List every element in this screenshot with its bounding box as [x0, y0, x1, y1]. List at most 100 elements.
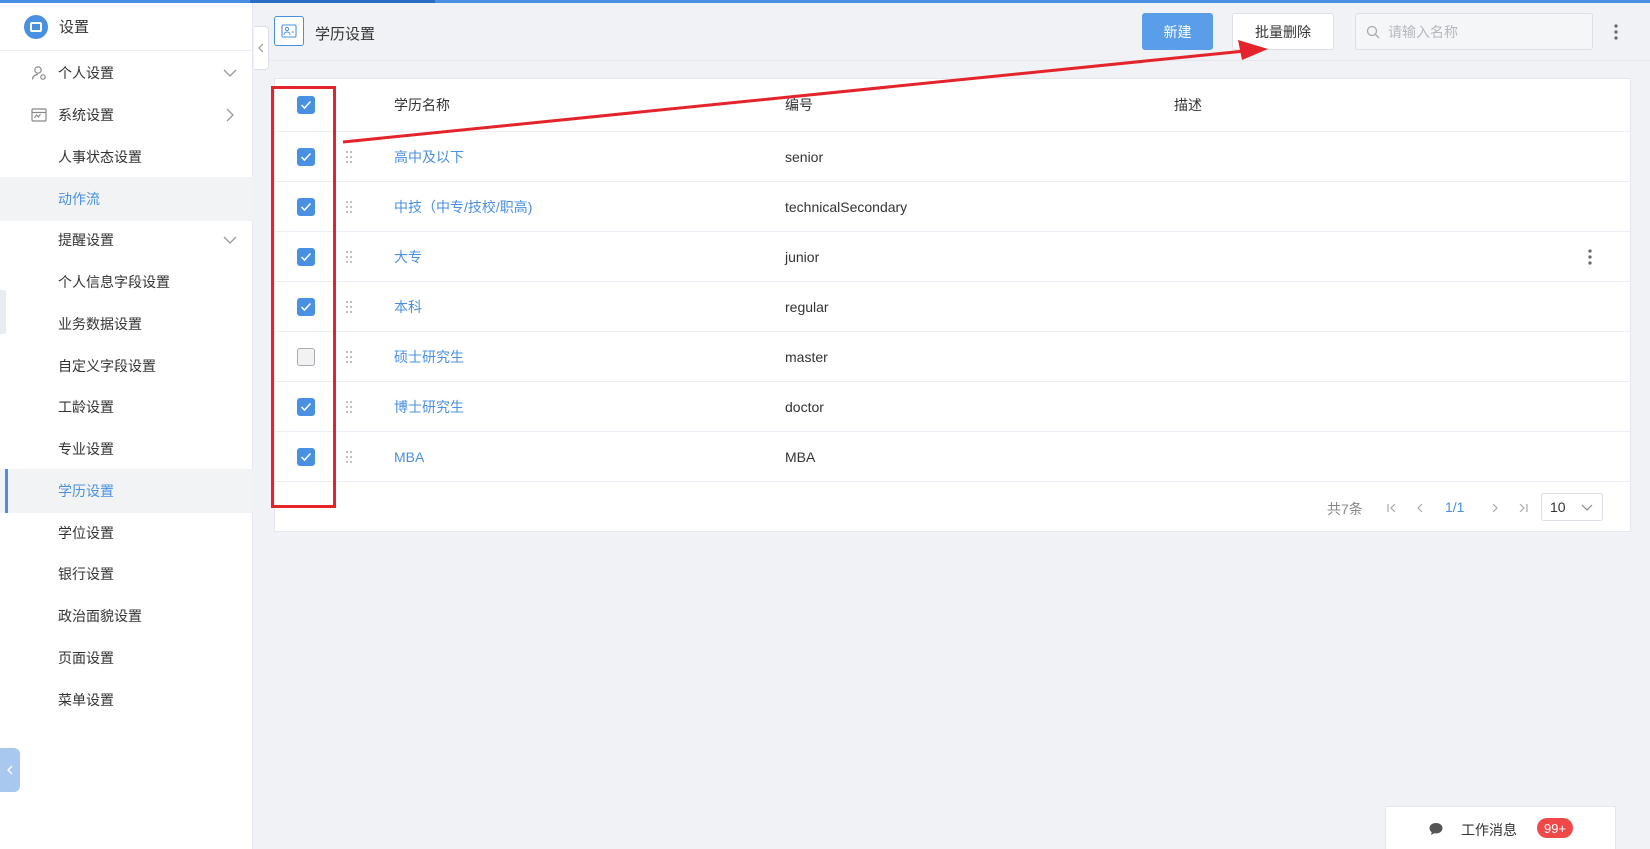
chat-bubble-icon: [1429, 823, 1443, 835]
page-title: 学历设置: [315, 26, 376, 43]
sidebar-item-label: 政治面貌设置: [58, 608, 142, 624]
sidebar-item-label: 专业设置: [58, 441, 114, 457]
chevron-down-icon: [223, 69, 237, 77]
education-code: technicalSecondary: [785, 198, 908, 215]
new-button[interactable]: 新建: [1142, 13, 1213, 50]
education-code: junior: [785, 248, 820, 265]
prev-page-icon[interactable]: [1413, 501, 1427, 515]
column-header-description[interactable]: 描述: [1174, 95, 1202, 115]
chevron-left-icon: [7, 765, 13, 775]
sidebar-item-menu-settings[interactable]: 菜单设置: [0, 678, 253, 722]
page-size-select[interactable]: 10: [1541, 493, 1603, 521]
sidebar-item-personal-info-fields[interactable]: 个人信息字段设置: [0, 260, 253, 304]
drag-handle-icon[interactable]: [345, 300, 353, 314]
sidebar-item-major[interactable]: 专业设置: [0, 427, 253, 471]
education-code: MBA: [785, 448, 816, 465]
sidebar-item-label: 学历设置: [58, 483, 114, 499]
sidebar-item-label: 个人信息字段设置: [58, 274, 170, 290]
pagination: 共7条 1/1 10: [275, 489, 1630, 529]
search-input[interactable]: [1388, 23, 1578, 40]
search-box: [1355, 13, 1593, 50]
chevron-down-icon: [223, 236, 237, 244]
sidebar-item-bank[interactable]: 银行设置: [0, 552, 253, 596]
education-name-link[interactable]: 硕士研究生: [394, 347, 464, 367]
column-header-name[interactable]: 学历名称: [394, 95, 450, 115]
sidebar-item-business-data[interactable]: 业务数据设置: [0, 302, 253, 346]
sidebar-item-label: 工龄设置: [58, 399, 114, 415]
sidebar-item-label: 页面设置: [58, 650, 114, 666]
sidebar-item-label: 个人设置: [58, 65, 114, 81]
education-name-link[interactable]: 本科: [394, 297, 422, 317]
column-header-code[interactable]: 编号: [785, 95, 813, 115]
sidebar-item-label: 学位设置: [58, 525, 114, 541]
sidebar-item-action-flow[interactable]: 动作流: [0, 177, 253, 221]
sidebar-item-custom-fields[interactable]: 自定义字段设置: [0, 344, 253, 388]
sidebar-item-reminder-settings[interactable]: 提醒设置: [0, 218, 253, 262]
sidebar-item-seniority[interactable]: 工龄设置: [0, 385, 253, 429]
table-row[interactable]: 本科 regular: [275, 282, 1630, 332]
pagination-total: 共7条: [1327, 501, 1363, 517]
more-options-icon[interactable]: [1610, 19, 1622, 45]
drag-handle-icon[interactable]: [345, 250, 353, 264]
message-count-badge: 99+: [1537, 818, 1574, 838]
sidebar-item-label: 菜单设置: [58, 692, 114, 708]
sidebar-item-system-settings[interactable]: 系统设置: [0, 93, 253, 137]
drag-handle-icon[interactable]: [345, 350, 353, 364]
education-name-link[interactable]: 博士研究生: [394, 397, 464, 417]
row-more-options-icon[interactable]: [1584, 245, 1596, 269]
system-settings-icon: [30, 106, 48, 124]
bulk-delete-button[interactable]: 批量删除: [1232, 13, 1334, 50]
sidebar-title: 设置: [59, 19, 90, 36]
sidebar-item-label: 提醒设置: [58, 232, 114, 248]
search-icon: [1366, 25, 1380, 38]
sidebar-collapse-button[interactable]: [254, 26, 269, 70]
education-code: doctor: [785, 398, 824, 415]
table-header-row: 学历名称 编号 描述: [275, 79, 1630, 132]
settings-logo-icon: [24, 14, 48, 39]
table-row[interactable]: 硕士研究生 master: [275, 332, 1630, 382]
left-expand-tab[interactable]: [0, 748, 20, 792]
sidebar-item-label: 自定义字段设置: [58, 358, 156, 374]
next-page-icon[interactable]: [1488, 501, 1502, 515]
table-row[interactable]: 中技（中专/技校/职高) technicalSecondary: [275, 182, 1630, 232]
first-page-icon[interactable]: [1385, 501, 1399, 515]
sidebar-item-label: 系统设置: [58, 107, 114, 123]
sidebar-item-education[interactable]: 学历设置: [0, 469, 253, 513]
table-row[interactable]: 博士研究生 doctor: [275, 382, 1630, 432]
work-messages-label: 工作消息: [1461, 822, 1517, 838]
education-name-link[interactable]: 高中及以下: [394, 147, 464, 167]
education-name-link[interactable]: MBA: [394, 449, 424, 465]
sidebar-item-label: 银行设置: [58, 566, 114, 582]
table-row[interactable]: MBA MBA: [275, 432, 1630, 482]
page-header: 学历设置 新建 批量删除: [254, 3, 1650, 61]
page-size-value: 10: [1550, 499, 1566, 515]
sidebar: 设置 个人设置 系统设置 人事状态设置 动作流 提醒设置 个人信息字段设置 业务…: [0, 3, 253, 849]
sidebar-item-personal-settings[interactable]: 个人设置: [0, 51, 253, 95]
sidebar-item-label: 动作流: [58, 191, 100, 207]
sidebar-header: 设置: [0, 3, 252, 51]
drag-handle-icon[interactable]: [345, 200, 353, 214]
sidebar-item-political-status[interactable]: 政治面貌设置: [0, 594, 253, 638]
education-name-link[interactable]: 大专: [394, 247, 422, 267]
education-code: master: [785, 348, 828, 365]
education-name-link[interactable]: 中技（中专/技校/职高): [394, 197, 532, 217]
drag-handle-icon[interactable]: [345, 400, 353, 414]
last-page-icon[interactable]: [1516, 501, 1530, 515]
drag-handle-icon[interactable]: [345, 450, 353, 464]
drag-handle-icon[interactable]: [345, 150, 353, 164]
pagination-current-page: 1/1: [1445, 499, 1465, 515]
sidebar-item-label: 人事状态设置: [58, 149, 142, 165]
sidebar-item-hr-status[interactable]: 人事状态设置: [0, 135, 253, 179]
user-settings-icon: [30, 64, 48, 82]
education-code: senior: [785, 148, 824, 165]
education-page-icon: [274, 16, 304, 46]
sidebar-item-label: 业务数据设置: [58, 316, 142, 332]
table-row[interactable]: 高中及以下 senior: [275, 132, 1630, 182]
chevron-left-icon: [258, 43, 264, 53]
work-messages-widget[interactable]: 工作消息 99+: [1385, 806, 1616, 849]
sidebar-item-degree[interactable]: 学位设置: [0, 511, 253, 555]
table-row[interactable]: 大专 junior: [275, 232, 1630, 282]
chevron-down-icon: [1581, 504, 1593, 511]
education-table: 学历名称 编号 描述 高中及以下 senior 中技（中专/技校/职高) tec…: [274, 78, 1631, 532]
sidebar-item-page-settings[interactable]: 页面设置: [0, 636, 253, 680]
